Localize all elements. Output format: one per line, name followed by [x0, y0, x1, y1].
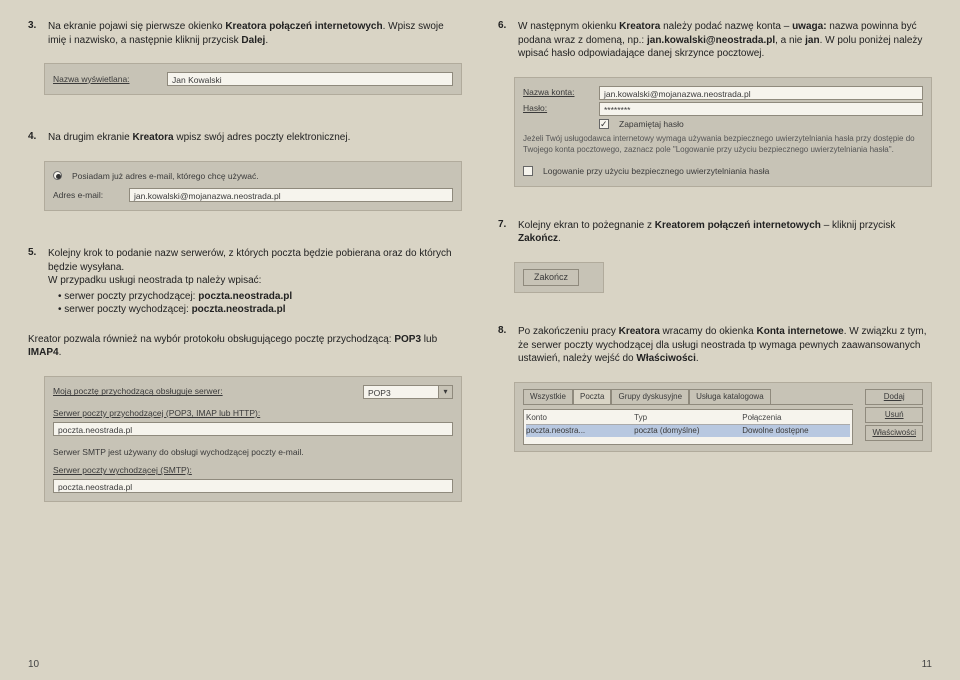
step-7: 7. Kolejny ekran to pożegnanie z Kreator…: [498, 219, 932, 246]
screenshot-step4: Posiadam już adres e-mail, którego chcę …: [44, 161, 462, 212]
screenshot-step3: Nazwa wyświetlana: Jan Kowalski: [44, 63, 462, 95]
tabbar: Wszystkie Poczta Grupy dyskusyjne Usługa…: [523, 389, 853, 405]
tab-news[interactable]: Grupy dyskusyjne: [611, 389, 689, 404]
col-type: Typ: [634, 412, 742, 424]
account-name-field[interactable]: jan.kowalski@mojanazwa.neostrada.pl: [599, 86, 923, 100]
step-8: 8. Po zakończeniu pracy Kreatora wracamy…: [498, 325, 932, 366]
step-number: 8.: [498, 325, 512, 366]
secure-auth-label: Logowanie przy użyciu bezpiecznego uwier…: [543, 165, 769, 178]
right-column: 6. W następnym okienku Kreatora należy p…: [498, 20, 932, 653]
step-5: 5. Kolejny krok to podanie nazw serwerów…: [28, 247, 462, 317]
side-buttons: Dodaj Usuń Właściwości: [865, 389, 923, 445]
col-conn: Połączenia: [742, 412, 850, 424]
radio-label: Posiadam już adres e-mail, którego chcę …: [72, 170, 259, 183]
step-4: 4. Na drugim ekranie Kreatora wpisz swój…: [28, 131, 462, 145]
screenshot-step5: Moją pocztę przychodzącą obsługuje serwe…: [44, 376, 462, 502]
step-number: 6.: [498, 20, 512, 61]
step-6: 6. W następnym okienku Kreatora należy p…: [498, 20, 932, 61]
step-text: Kolejny krok to podanie nazw serwerów, z…: [48, 247, 462, 317]
tab-all[interactable]: Wszystkie: [523, 389, 573, 404]
step-text: W następnym okienku Kreatora należy poda…: [518, 20, 932, 61]
table-row[interactable]: poczta.neostra... poczta (domyślne) Dowo…: [526, 425, 850, 437]
page-num-right: 11: [922, 659, 932, 670]
properties-button[interactable]: Właściwości: [865, 425, 923, 441]
finish-button[interactable]: Zakończ: [523, 269, 579, 287]
secure-auth-checkbox[interactable]: [523, 166, 533, 176]
left-column: 3. Na ekranie pojawi się pierwsze okienk…: [28, 20, 462, 653]
step-text: Na drugim ekranie Kreatora wpisz swój ad…: [48, 131, 350, 145]
incoming-server-field[interactable]: poczta.neostrada.pl: [53, 422, 453, 436]
remember-password-label: Zapamiętaj hasło: [619, 118, 684, 131]
step-3: 3. Na ekranie pojawi się pierwsze okienk…: [28, 20, 462, 47]
screenshot-step7: Zakończ: [514, 262, 604, 294]
password-field[interactable]: ********: [599, 102, 923, 116]
display-name-field[interactable]: Jan Kowalski: [167, 72, 453, 86]
step-text: Po zakończeniu pracy Kreatora wracamy do…: [518, 325, 932, 366]
step-text: Na ekranie pojawi się pierwsze okienko K…: [48, 20, 462, 47]
step-number: 3.: [28, 20, 42, 47]
incoming-type-select[interactable]: POP3: [363, 385, 439, 399]
page-numbers: 10 11: [28, 659, 932, 670]
step-number: 5.: [28, 247, 42, 317]
step-number: 4.: [28, 131, 42, 145]
incoming-server-label: Serwer poczty przychodzącej (POP3, IMAP …: [53, 407, 453, 420]
remove-button[interactable]: Usuń: [865, 407, 923, 423]
screenshot-step6: Nazwa konta: jan.kowalski@mojanazwa.neos…: [514, 77, 932, 187]
step-text: Kolejny ekran to pożegnanie z Kreatorem …: [518, 219, 932, 246]
password-label: Hasło:: [523, 102, 593, 115]
email-field[interactable]: jan.kowalski@mojanazwa.neostrada.pl: [129, 188, 453, 202]
email-label: Adres e-mail:: [53, 189, 123, 202]
tab-directory[interactable]: Usługa katalogowa: [689, 389, 771, 404]
display-name-label: Nazwa wyświetlana:: [53, 73, 161, 86]
incoming-type-label: Moją pocztę przychodzącą obsługuje serwe…: [53, 385, 357, 398]
accounts-listbox[interactable]: Konto Typ Połączenia poczta.neostra... p…: [523, 409, 853, 445]
account-name-label: Nazwa konta:: [523, 86, 593, 99]
screenshot-step8: Wszystkie Poczta Grupy dyskusyjne Usługa…: [514, 382, 932, 452]
smtp-note: Serwer SMTP jest używany do obsługi wych…: [53, 446, 453, 459]
tab-mail[interactable]: Poczta: [573, 389, 611, 404]
col-account: Konto: [526, 412, 634, 424]
outgoing-server-label: Serwer poczty wychodzącej (SMTP):: [53, 464, 453, 477]
page-num-left: 10: [28, 659, 39, 670]
remember-password-checkbox[interactable]: [599, 119, 609, 129]
chevron-down-icon[interactable]: ▾: [439, 385, 453, 399]
step-number: 7.: [498, 219, 512, 246]
outgoing-server-field[interactable]: poczta.neostrada.pl: [53, 479, 453, 493]
step5-note: Kreator pozwala również na wybór protoko…: [28, 333, 462, 360]
radio-have-email[interactable]: [53, 171, 62, 180]
secure-auth-note: Jeżeli Twój usługodawca internetowy wyma…: [523, 134, 923, 155]
add-button[interactable]: Dodaj: [865, 389, 923, 405]
